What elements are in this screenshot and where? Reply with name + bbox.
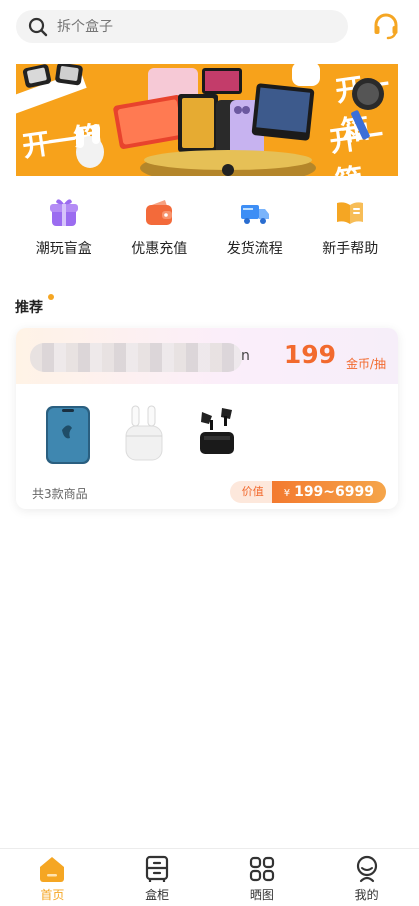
gift-box-icon [49,199,78,226]
value-range-text: 199~6999 [294,484,374,500]
grid-icon [249,856,274,882]
title-dot [48,294,54,300]
section-title: 推荐 [15,300,43,316]
book-icon [337,202,364,224]
quick-nav: 潮玩盲盒 优惠充值 发货流程 新手帮助 [16,196,398,266]
headset-icon[interactable] [372,13,400,41]
card-header: n 199 金币/抽 [16,328,398,384]
banner-artwork [22,64,384,176]
promo-banner[interactable]: 开一箱 开一箱 开一箱 [16,64,398,176]
tab-label: 晒图 [249,888,274,902]
top-bar [0,0,419,54]
cabinet-icon [146,855,169,882]
blurred-box-name [30,343,242,372]
search-bar[interactable] [16,10,348,43]
airpods-image[interactable] [114,402,174,466]
nav-blind-box[interactable]: 潮玩盲盒 [16,196,112,266]
value-range-badge: 价值 ¥199~6999 [229,481,386,503]
tab-home[interactable]: 首页 [0,849,105,906]
search-input[interactable] [57,18,297,35]
item-count: 共3款商品 [32,487,88,501]
nav-help[interactable]: 新手帮助 [303,196,399,266]
nav-recharge[interactable]: 优惠充值 [112,196,208,266]
bottom-tab-bar: 首页 盒柜 晒图 我的 [0,848,419,906]
tab-label: 首页 [40,888,65,902]
nav-label: 优惠充值 [131,241,188,257]
nav-label: 新手帮助 [322,241,379,257]
search-icon [28,17,48,36]
value-range: ¥199~6999 [271,481,386,503]
tab-label: 我的 [354,888,379,902]
nav-label: 潮玩盲盒 [35,241,92,257]
price-value: 199 [283,340,336,369]
value-label: 价值 [229,481,272,503]
recommend-card[interactable]: n 199 金币/抽 共3款商品 价值 ¥199~6999 [16,328,398,509]
profile-icon [356,855,377,883]
earbuds-image[interactable] [188,402,248,466]
box-name-tail: n [241,348,250,364]
truck-icon [240,205,269,224]
wallet-icon [146,200,173,225]
product-list [16,402,398,478]
currency-symbol: ¥ [283,488,291,499]
tab-label: 盒柜 [145,888,170,902]
nav-label: 发货流程 [226,241,283,257]
nav-shipping[interactable]: 发货流程 [207,196,303,266]
home-icon [40,857,65,882]
tab-cabinet[interactable]: 盒柜 [105,849,210,906]
tab-gallery[interactable]: 晒图 [210,849,315,906]
iphone-image[interactable] [38,402,98,466]
tab-profile[interactable]: 我的 [314,849,419,906]
price-unit: 金币/抽 [345,357,386,371]
